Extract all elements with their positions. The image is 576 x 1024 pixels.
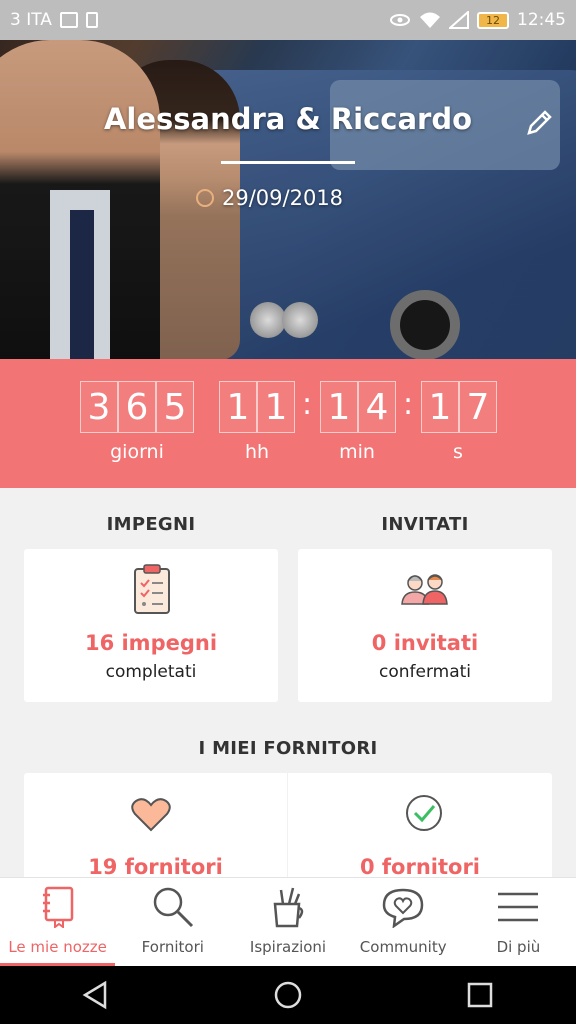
carrier-label: 3 ITA [10, 10, 52, 30]
countdown-digit: 7 [459, 381, 497, 433]
tasks-subtitle: completati [105, 662, 197, 682]
vendors-confirmed-card[interactable]: 0 fornitori [288, 773, 552, 879]
rings-icon [196, 189, 214, 207]
eye-icon [390, 14, 410, 26]
vendors-favorite-card[interactable]: 19 fornitori [24, 773, 287, 879]
vendors-section-title: I MIEI FORNITORI [198, 738, 378, 759]
nav-label: Di più [496, 938, 541, 956]
bottom-navigation: Le mie nozze Fornitori Ispirazioni Commu… [0, 877, 576, 966]
days-label: giorni [110, 441, 164, 463]
edit-pencil-icon[interactable] [524, 108, 554, 138]
nav-community[interactable]: Community [346, 878, 461, 966]
countdown-digit: 1 [219, 381, 257, 433]
tasks-section-title: IMPEGNI [106, 514, 196, 535]
facebook-icon [59, 12, 78, 28]
heart-icon [131, 798, 171, 832]
lock-icon [85, 12, 98, 28]
nav-label: Le mie nozze [8, 938, 107, 956]
nav-di-piu[interactable]: Di più [461, 878, 576, 966]
notebook-icon [42, 886, 73, 928]
battery-icon: 12 [477, 11, 509, 29]
menu-icon [498, 892, 539, 922]
nav-ispirazioni[interactable]: Ispirazioni [230, 878, 345, 966]
nav-fornitori[interactable]: Fornitori [115, 878, 230, 966]
countdown-digit: 4 [358, 381, 396, 433]
countdown-separator: : [403, 387, 414, 422]
title-divider [221, 161, 355, 164]
check-circle-icon [406, 795, 442, 831]
guests-count: 0 invitati [371, 631, 479, 655]
guests-couple-icon [401, 574, 448, 605]
couple-photo-header: Alessandra & Riccardo 29/09/2018 [0, 40, 576, 359]
guests-card[interactable]: 0 invitati confermati [298, 549, 552, 702]
pencil-cup-icon [273, 887, 304, 928]
countdown-digit: 6 [118, 381, 156, 433]
wedding-countdown: 3 6 5 1 1 : 1 4 : 1 7 [0, 359, 576, 488]
search-icon [153, 887, 193, 928]
nav-le-mie-nozze[interactable]: Le mie nozze [0, 878, 116, 966]
countdown-hours: 1 1 [219, 381, 295, 433]
countdown-minutes: 1 4 [320, 381, 396, 433]
recents-icon[interactable] [465, 980, 495, 1010]
clock: 12:45 [517, 10, 566, 30]
countdown-digit: 1 [421, 381, 459, 433]
countdown-digit: 1 [320, 381, 358, 433]
wedding-date: 29/09/2018 [196, 186, 343, 210]
tasks-card[interactable]: 16 impegni completati [24, 549, 278, 702]
status-bar: 3 ITA 12 12:45 [0, 0, 576, 40]
countdown-digit: 1 [257, 381, 295, 433]
wifi-icon [420, 12, 440, 28]
vendors-favorite-count: 19 fornitori [88, 855, 223, 879]
wedding-date-text: 29/09/2018 [222, 186, 344, 210]
guests-section-title: INVITATI [381, 514, 469, 535]
countdown-seconds: 1 7 [421, 381, 497, 433]
seconds-label: s [453, 441, 463, 463]
countdown-separator: : [302, 387, 313, 422]
guests-subtitle: confermati [378, 662, 472, 682]
countdown-days: 3 6 5 [80, 381, 194, 433]
nav-label: Fornitori [141, 938, 204, 956]
system-navigation-bar [0, 966, 576, 1024]
chat-heart-icon [382, 888, 424, 928]
home-icon[interactable] [273, 980, 303, 1010]
nav-label: Ispirazioni [249, 938, 327, 956]
signal-icon [449, 11, 469, 29]
checklist-icon [134, 564, 170, 614]
couple-names: Alessandra & Riccardo [103, 102, 473, 136]
vendors-confirmed-count: 0 fornitori [359, 855, 480, 879]
nav-label: Community [359, 938, 447, 956]
back-icon[interactable] [81, 980, 111, 1010]
countdown-digit: 5 [156, 381, 194, 433]
countdown-digit: 3 [80, 381, 118, 433]
tasks-count: 16 impegni [84, 631, 218, 655]
